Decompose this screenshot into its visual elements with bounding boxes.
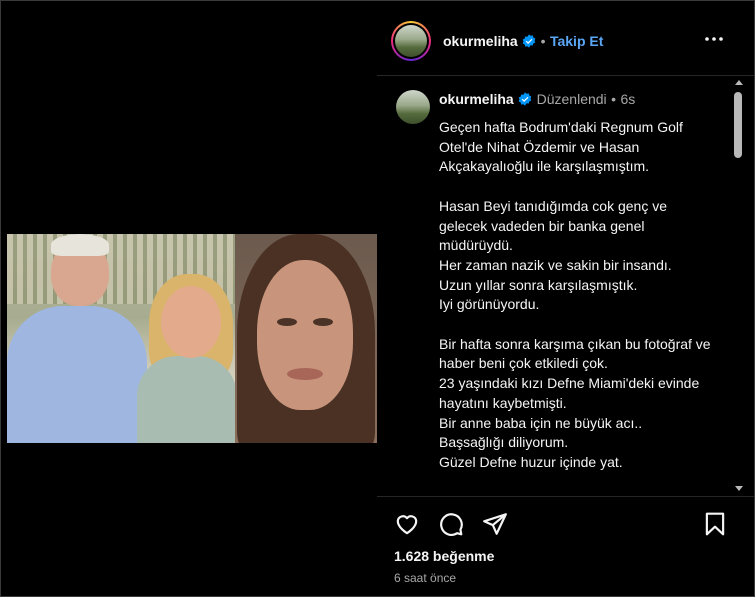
post-modal: okurmeliha • Takip Et okurmeliha Düzenle… <box>0 0 755 597</box>
girl-lips <box>287 368 323 380</box>
scroll-up-arrow-icon[interactable] <box>735 80 743 85</box>
post-header: okurmeliha • Takip Et <box>377 2 754 76</box>
avatar-image <box>395 25 427 57</box>
heart-icon[interactable] <box>394 511 420 537</box>
likes-count[interactable]: 1.628 beğenme <box>394 548 494 564</box>
post-timestamp[interactable]: 6 saat önce <box>394 571 456 585</box>
meta-separator: • <box>611 91 617 107</box>
more-horizontal-icon[interactable] <box>704 30 724 48</box>
girl-face <box>257 260 353 410</box>
verified-badge-icon <box>518 92 532 106</box>
header-info: okurmeliha • Takip Et <box>443 33 603 51</box>
comment-icon[interactable] <box>438 511 464 537</box>
scroll-thumb[interactable] <box>734 92 742 158</box>
caption-avatar[interactable] <box>396 90 430 124</box>
follow-button[interactable]: Takip Et <box>550 33 603 49</box>
header-username[interactable]: okurmeliha <box>443 33 518 49</box>
verified-badge-icon <box>522 34 536 48</box>
comments-area[interactable]: okurmeliha Düzenlendi • 6s Geçen hafta B… <box>377 76 754 497</box>
post-caption: Geçen hafta Bodrum'daki Regnum Golf Otel… <box>439 119 711 496</box>
comment-age: 6s <box>620 91 636 107</box>
header-separator: • <box>540 33 546 49</box>
edited-label: Düzenlendi <box>536 91 607 107</box>
send-icon[interactable] <box>482 511 508 537</box>
photo-left-part <box>7 234 235 443</box>
girl-eye-right <box>313 318 333 326</box>
header-avatar[interactable] <box>391 21 431 61</box>
caption-username[interactable]: okurmeliha <box>439 91 514 107</box>
man-figure <box>7 306 147 443</box>
bookmark-icon[interactable] <box>702 511 728 537</box>
caption-header: okurmeliha Düzenlendi • 6s <box>439 91 635 109</box>
photo-right-part <box>235 234 377 443</box>
post-image[interactable] <box>7 234 377 443</box>
scroll-down-arrow-icon[interactable] <box>735 486 743 491</box>
avatar-inner <box>393 23 429 59</box>
post-actions: 1.628 beğenme 6 saat önce <box>377 497 754 596</box>
woman-figure <box>137 356 235 443</box>
post-side-panel: okurmeliha • Takip Et okurmeliha Düzenle… <box>377 2 754 596</box>
post-media-panel <box>2 2 377 596</box>
woman-face <box>161 286 221 358</box>
man-hair <box>51 234 109 256</box>
girl-eye-left <box>277 318 297 326</box>
